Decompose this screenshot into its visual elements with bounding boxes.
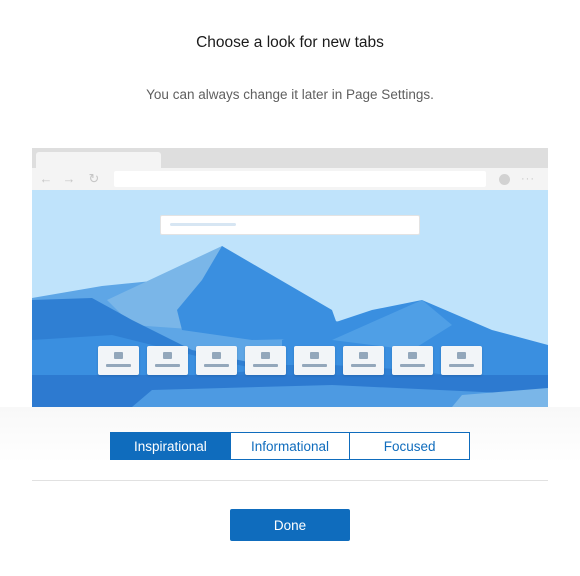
back-arrow-icon: ← (39, 171, 53, 186)
preview-quick-link-tile (343, 346, 384, 375)
divider (32, 480, 548, 481)
layout-option-informational[interactable]: Informational (230, 432, 351, 460)
preview-tab-strip (32, 148, 548, 168)
preview-toolbar: ← → ↻ ··· (32, 168, 548, 190)
preview-quick-links (98, 346, 482, 376)
done-button[interactable]: Done (230, 509, 350, 541)
more-ellipsis-icon: ··· (521, 173, 535, 185)
profile-icon (499, 174, 510, 185)
preview-quick-link-tile (98, 346, 139, 375)
preview-search-placeholder-line (170, 223, 236, 226)
dialog-title: Choose a look for new tabs (196, 34, 384, 51)
preview-search-box (160, 215, 420, 235)
layout-option-inspirational[interactable]: Inspirational (110, 432, 231, 460)
layout-option-selector: Inspirational Informational Focused (110, 432, 471, 460)
layout-preview: ← → ↻ ··· (32, 148, 548, 407)
preview-address-bar (114, 171, 486, 187)
preview-quick-link-tile (392, 346, 433, 375)
layout-option-focused[interactable]: Focused (350, 432, 471, 460)
refresh-icon: ↻ (88, 171, 100, 186)
preview-tab (36, 152, 161, 168)
forward-arrow-icon: → (62, 171, 76, 186)
preview-quick-link-tile (147, 346, 188, 375)
preview-quick-link-tile (245, 346, 286, 375)
preview-quick-link-tile (196, 346, 237, 375)
new-tab-layout-dialog: Choose a look for new tabs You can alway… (0, 0, 580, 576)
preview-quick-link-tile (294, 346, 335, 375)
dialog-subtitle: You can always change it later in Page S… (146, 87, 434, 102)
preview-quick-link-tile (441, 346, 482, 375)
